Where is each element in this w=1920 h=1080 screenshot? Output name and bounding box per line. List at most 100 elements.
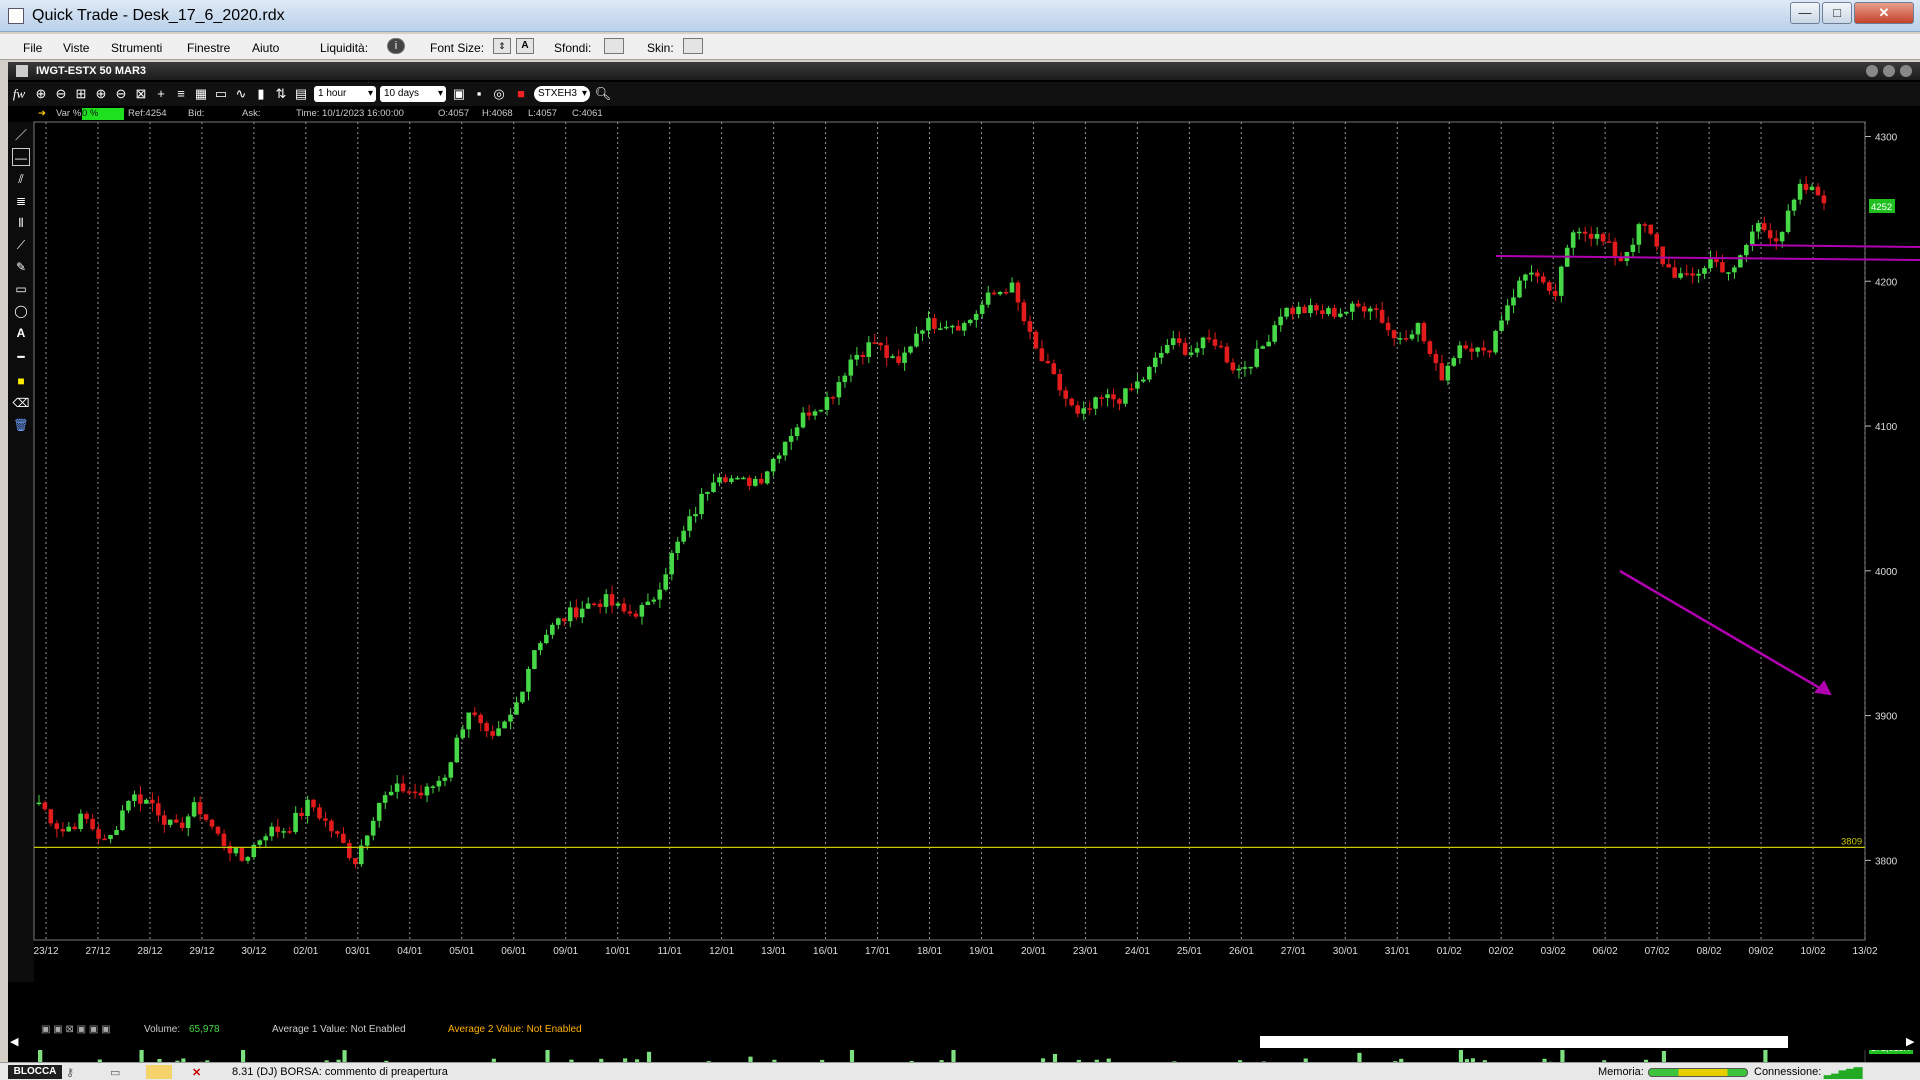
menu-finestre[interactable]: Finestre	[187, 41, 230, 55]
bars-icon[interactable]: ⇅	[272, 85, 290, 103]
news-close-icon[interactable]: ✕	[192, 1066, 201, 1079]
candle-body	[1111, 394, 1116, 400]
chart-window-minimize[interactable]	[1866, 65, 1878, 77]
menu-bar: File Viste Strumenti Finestre Aiuto Liqu…	[0, 34, 1920, 60]
candle-body	[1415, 322, 1421, 335]
color-picker-icon[interactable]: ■	[12, 372, 30, 390]
candle-body	[1105, 394, 1110, 398]
last-price-tag	[1869, 198, 1895, 213]
printer-icon[interactable]: ▭	[110, 1066, 120, 1079]
candle-body	[197, 802, 203, 815]
trash-icon[interactable]: 🗑︎	[12, 416, 30, 434]
candle-body	[955, 325, 961, 331]
hline-icon[interactable]: —	[12, 148, 30, 166]
candle-body	[1391, 330, 1397, 339]
line-chart-icon[interactable]: ∿	[232, 85, 250, 103]
candle-body	[657, 589, 663, 600]
zoom-fit-icon[interactable]: ⊞	[72, 85, 90, 103]
chart-window-restore[interactable]	[1883, 65, 1895, 77]
skin-picker[interactable]	[683, 38, 703, 54]
date-tick-label: 07/02	[1645, 946, 1670, 957]
scroll-left-icon[interactable]: ◀	[10, 1035, 18, 1048]
candle-body	[991, 292, 997, 295]
fan-icon[interactable]: ⟋	[12, 236, 30, 254]
candle-body	[36, 802, 42, 805]
grid-icon[interactable]: ▦	[192, 85, 210, 103]
chart-window-titlebar: IWGT-ESTX 50 MAR3	[8, 62, 1920, 80]
zoom-reset-icon[interactable]: ⊠	[132, 85, 150, 103]
high-value: H:4068	[482, 108, 513, 119]
candle-body	[466, 712, 472, 730]
date-tick-label: 11/01	[658, 946, 683, 957]
info-icon[interactable]: i	[387, 38, 405, 54]
candle-body	[758, 478, 764, 484]
candle-body	[1200, 337, 1206, 349]
folder-icon[interactable]	[146, 1065, 172, 1079]
save-icon[interactable]: ▪	[470, 85, 488, 103]
font-size-spinner[interactable]: ⇕	[493, 38, 511, 54]
candle-body	[860, 354, 866, 357]
trendline-icon[interactable]: ／	[12, 126, 30, 144]
date-tick-label: 09/02	[1749, 946, 1774, 957]
menu-strumenti[interactable]: Strumenti	[111, 41, 162, 55]
pencil-icon[interactable]: ✎	[12, 258, 30, 276]
candle-body	[496, 728, 501, 736]
date-tick-label: 02/01	[293, 946, 318, 957]
interval-select[interactable]: 1 hour	[314, 86, 376, 102]
color-icon[interactable]: ■	[512, 85, 530, 103]
list-icon[interactable]: ≡	[172, 85, 190, 103]
period-select[interactable]: 10 days	[380, 86, 446, 102]
blocca-button[interactable]: BLOCCA	[8, 1065, 62, 1079]
print-icon[interactable]: ▣	[450, 85, 468, 103]
candle-body	[1129, 388, 1134, 390]
chart-window-close[interactable]	[1900, 65, 1912, 77]
eraser-icon[interactable]: ⌫	[12, 394, 30, 412]
close-button[interactable]: ✕	[1854, 2, 1914, 24]
candle-body	[406, 791, 412, 793]
zoom-y-icon[interactable]: ⊖	[112, 85, 130, 103]
candle-body	[532, 650, 537, 669]
zoom-x-icon[interactable]: ⊕	[92, 85, 110, 103]
candle-body	[890, 356, 895, 358]
date-tick-label: 18/01	[917, 946, 942, 957]
candle-body	[460, 729, 466, 738]
candle-body	[245, 857, 251, 861]
background-picker[interactable]	[604, 38, 624, 54]
line-width-icon[interactable]: ━	[12, 348, 30, 366]
scroll-right-icon[interactable]: ▶	[1906, 1035, 1914, 1048]
horizontal-scrollbar[interactable]: ◀ ▶	[8, 1034, 1920, 1050]
zoom-in-icon[interactable]: ⊕	[32, 85, 50, 103]
candle-body	[1403, 338, 1409, 340]
menu-file[interactable]: File	[23, 41, 42, 55]
candle-body	[579, 608, 585, 618]
minimize-button[interactable]: —	[1790, 2, 1820, 24]
chart-window-icon	[16, 65, 28, 77]
price-chart[interactable]: 3809 3800390040004100420043004252 23/12 2…	[8, 62, 1920, 1062]
table-icon[interactable]: ▤	[292, 85, 310, 103]
candle-body	[550, 624, 555, 635]
menu-viste[interactable]: Viste	[63, 41, 89, 55]
zoom-out-icon[interactable]: ⊖	[52, 85, 70, 103]
candle-body	[161, 815, 167, 825]
fibonacci-icon[interactable]: ≣	[12, 192, 30, 210]
menu-aiuto[interactable]: Aiuto	[252, 41, 279, 55]
ellipse-icon[interactable]: ◯	[12, 302, 30, 320]
function-icon[interactable]: fw	[10, 85, 28, 103]
refresh-icon[interactable]: ◎	[490, 85, 508, 103]
vlines-icon[interactable]: ⦀	[12, 214, 30, 232]
candle-body	[233, 847, 239, 854]
font-icon[interactable]: A	[516, 38, 534, 54]
candles-icon[interactable]: ▮	[252, 85, 270, 103]
channel-icon[interactable]: ⫽	[12, 170, 30, 188]
scrollbar-thumb[interactable]	[1260, 1036, 1788, 1048]
candle-body	[687, 516, 692, 531]
candle-body	[78, 813, 83, 830]
search-icon[interactable]: 🔍︎	[594, 85, 612, 103]
window-icon[interactable]: ▭	[212, 85, 230, 103]
symbol-input[interactable]: STXEH3	[534, 86, 590, 102]
news-ticker[interactable]: 8.31 (DJ) BORSA: commento di preapertura	[232, 1066, 448, 1078]
text-icon[interactable]: A	[12, 324, 30, 342]
rectangle-icon[interactable]: ▭	[12, 280, 30, 298]
maximize-button[interactable]: □	[1822, 2, 1852, 24]
crosshair-icon[interactable]: +	[152, 85, 170, 103]
